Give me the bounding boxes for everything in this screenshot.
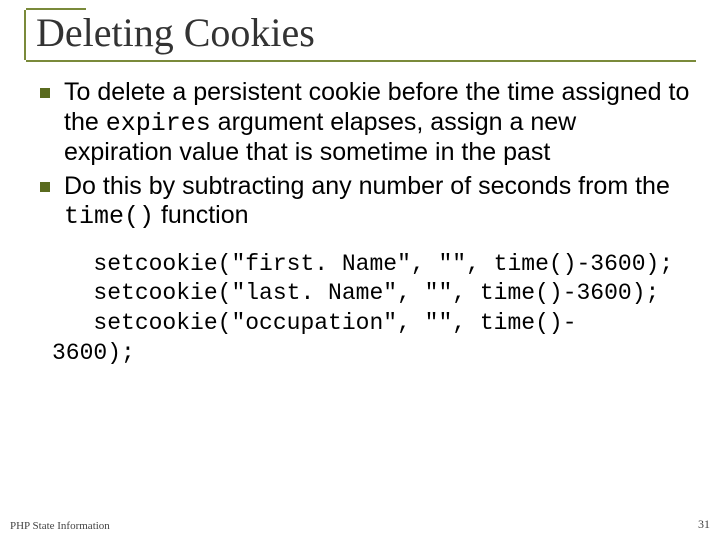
- slide-title: Deleting Cookies: [24, 10, 696, 60]
- title-block: Deleting Cookies: [24, 8, 696, 62]
- bullet-text-code: time(): [64, 202, 154, 231]
- slide: Deleting Cookies To delete a persistent …: [0, 0, 720, 540]
- code-line: 3600);: [52, 340, 135, 366]
- slide-body: To delete a persistent cookie before the…: [36, 78, 690, 369]
- bullet-text-pre: Do this by subtracting any number of sec…: [64, 172, 670, 200]
- code-block: setcookie("first. Name", "", time()-3600…: [36, 250, 690, 370]
- bullet-item: To delete a persistent cookie before the…: [36, 78, 690, 168]
- page-number: 31: [698, 517, 710, 532]
- footer-left: PHP State Information: [10, 520, 110, 532]
- bullet-item: Do this by subtracting any number of sec…: [36, 172, 690, 232]
- code-line: setcookie("last. Name", "", time()-3600)…: [52, 280, 659, 306]
- code-line: setcookie("occupation", "", time()-: [52, 310, 577, 336]
- code-line: setcookie("first. Name", "", time()-3600…: [52, 251, 673, 277]
- bullet-list: To delete a persistent cookie before the…: [36, 78, 690, 232]
- bullet-text-code: expires: [106, 109, 211, 138]
- bullet-text-post: function: [154, 201, 249, 229]
- title-rule-bottom: [26, 60, 696, 62]
